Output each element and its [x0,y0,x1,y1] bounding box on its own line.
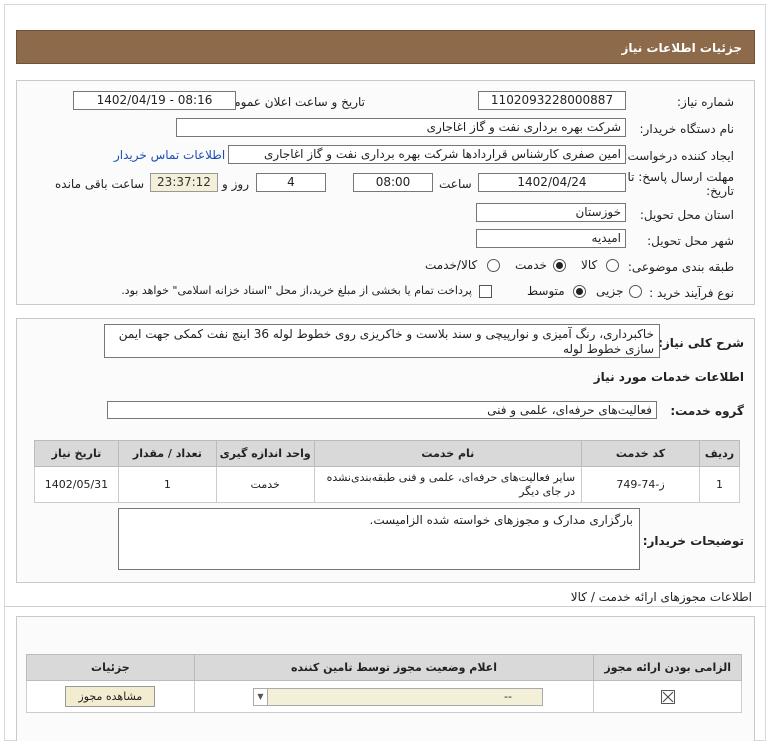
category-label: طبقه بندی موضوعی: [627,260,734,274]
process-option-medium: متوسط [527,284,565,298]
permits-col-required: الزامی بودن ارائه مجوز [593,654,742,681]
permits-col-details: جزئیات [26,654,195,681]
required-checkbox-icon [660,689,675,704]
col-row: ردیف [698,440,741,467]
creator-field: امین صفری کارشناس قراردادها شرکت بهره بر… [228,145,626,164]
buyer-notes-field: بارگزاری مدارک و مجوزهای خواسته شده الزا… [118,508,640,570]
col-unit: واحد اندازه گیری [215,440,315,467]
description-label: شرح کلی نیاز: [658,336,744,350]
category-option-service: خدمت [515,258,547,272]
table-row: 1402/05/31 1 خدمت سایر فعالیت‌های حرفه‌ا… [34,466,741,503]
col-service-name: نام خدمت [313,440,583,467]
cell-quantity: 1 [117,466,217,503]
permits-table-header: جزئیات اعلام وضعیت مجوز توسط تامین کننده… [26,654,742,681]
category-radio-goods-service[interactable] [487,259,500,272]
services-table-header: تاریخ نیاز تعداد / مقدار واحد اندازه گیر… [34,440,741,467]
category-radio-goods[interactable] [606,259,619,272]
view-permit-button[interactable]: مشاهده مجوز [65,686,156,707]
cell-row: 1 [698,466,741,503]
deadline-label-date: تاریخ: [706,184,734,198]
col-service-code: کد خدمت [581,440,700,467]
service-group-label: گروه خدمت: [670,404,744,418]
deadline-time-label: ساعت [439,177,472,191]
cell-service-name: سایر فعالیت‌های حرفه‌ای، علمی و فنی طبقه… [313,466,583,503]
remaining-label: ساعت باقی مانده [55,177,145,191]
category-option-goods: کالا [581,258,598,272]
permits-cell-details: مشاهده مجوز [26,680,195,713]
buyer-field: شرکت بهره برداری نفت و گاز اغاجاری [176,118,626,137]
cell-unit: خدمت [215,466,315,503]
city-field: امیدیه [476,229,626,248]
province-label: استان محل تحویل: [639,208,734,222]
page-header: جزئیات اطلاعات نیاز [16,30,755,64]
process-radio-minor[interactable] [629,285,642,298]
permits-cell-status: ▼ -- [193,680,595,713]
cell-need-date: 1402/05/31 [34,466,119,503]
process-option-minor: جزیی [596,284,624,298]
need-number-field: 1102093228000887 [478,91,626,110]
city-label: شهر محل تحویل: [647,234,734,248]
remaining-time-field: 23:37:12 [150,173,218,192]
deadline-time-field: 08:00 [353,173,433,192]
announce-field: 1402/04/19 - 08:16 [73,91,236,110]
announce-label: تاریخ و ساعت اعلان عمومی: [220,95,365,109]
need-number-label: شماره نیاز: [677,95,734,109]
buyer-label: نام دستگاه خریدار: [639,122,735,136]
services-table: تاریخ نیاز تعداد / مقدار واحد اندازه گیر… [34,440,741,503]
creator-label: ایجاد کننده درخواست: [623,149,734,163]
permits-cell-required [593,680,742,713]
category-option-goods-service: کالا/خدمت [425,258,478,272]
days-field: 4 [256,173,326,192]
treasury-payment-label: پرداخت تمام یا بخشی از مبلغ خرید،از محل … [121,284,472,297]
treasury-payment-checkbox[interactable] [479,285,492,298]
chevron-down-icon: ▼ [254,688,268,705]
col-quantity: تعداد / مقدار [117,440,217,467]
col-need-date: تاریخ نیاز [34,440,119,467]
deadline-date-field: 1402/04/24 [478,173,626,192]
permits-row: مشاهده مجوز ▼ -- [26,680,742,713]
service-group-field: فعالیت‌های حرفه‌ای، علمی و فنی [107,401,657,419]
province-field: خوزستان [476,203,626,222]
permits-divider [4,606,766,607]
services-title: اطلاعات خدمات مورد نیاز [593,370,744,384]
buyer-notes-label: توضیحات خریدار: [642,534,744,548]
permit-status-value: -- [504,689,512,703]
permits-table: جزئیات اعلام وضعیت مجوز توسط تامین کننده… [26,654,742,713]
permits-col-status: اعلام وضعیت مجوز توسط تامین کننده [193,654,595,681]
buyer-contact-link[interactable]: اطلاعات تماس خریدار [114,148,225,162]
category-radio-service[interactable] [553,259,566,272]
permits-title: اطلاعات مجوزهای ارائه خدمت / کالا [570,590,752,604]
permit-status-select[interactable]: ▼ -- [253,687,543,706]
description-field: خاکبرداری، رنگ آمیزی و نوارپیچی و سند بل… [104,324,660,358]
deadline-label: مهلت ارسال پاسخ: تا [627,170,734,184]
days-label: روز و [222,177,249,191]
cell-service-code: ز-74-749 [581,466,700,503]
process-radio-medium[interactable] [573,285,586,298]
process-label: نوع فرآیند خرید : [649,286,734,300]
